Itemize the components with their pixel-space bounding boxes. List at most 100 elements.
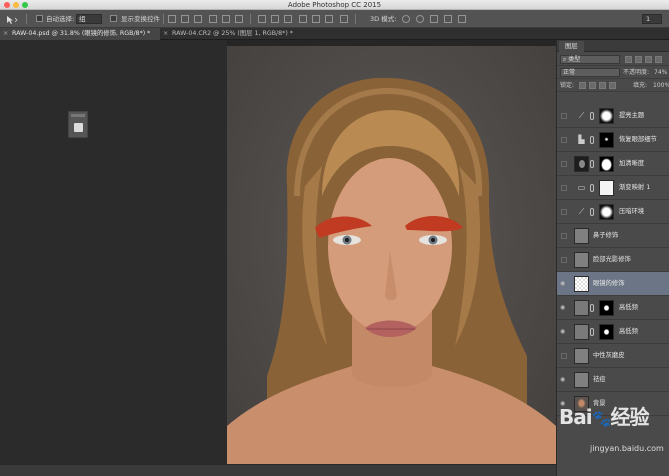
layer-name[interactable]: 中性灰磨皮 xyxy=(593,352,624,360)
layer-mask-thumbnail[interactable] xyxy=(599,324,614,340)
layer-row[interactable]: ▙ 恢复眼部细节 xyxy=(557,128,669,152)
workspace-value[interactable]: 1 xyxy=(642,14,662,24)
panel-grip[interactable] xyxy=(71,114,85,117)
tab-raw04-psd[interactable]: × RAW-04.psd @ 31.8% (眼镜的修饰, RGB/8*) * xyxy=(0,28,160,40)
layer-row[interactable]: 加清晰度 xyxy=(557,152,669,176)
layer-name[interactable]: 祛痘 xyxy=(593,376,606,384)
layer-row[interactable]: ⟋ 压暗环境 xyxy=(557,200,669,224)
portrait-photo xyxy=(227,77,556,464)
tab-raw04-cr2[interactable]: × RAW-04.CR2 @ 25% (图层 1, RGB/8*) * xyxy=(160,28,320,40)
move-tool-icon[interactable] xyxy=(6,15,18,24)
visibility-toggle[interactable] xyxy=(561,137,567,143)
separator xyxy=(355,14,356,24)
layer-name[interactable]: 高低频 xyxy=(619,328,638,336)
layer-row[interactable]: 鼻子修饰 xyxy=(557,224,669,248)
eye-icon[interactable]: ◉ xyxy=(560,376,569,383)
visibility-toggle[interactable] xyxy=(561,353,567,359)
layer-row[interactable]: ◉ 高低频 xyxy=(557,320,669,344)
distribute-hcenter-icon[interactable] xyxy=(312,15,320,23)
layer-row[interactable]: ◉ 眼镜的修饰 xyxy=(557,272,669,296)
layer-name[interactable]: 压暗环境 xyxy=(619,208,644,216)
layer-mask-thumbnail[interactable] xyxy=(599,204,614,220)
layer-mask-thumbnail[interactable] xyxy=(599,132,614,148)
auto-select-dropdown[interactable]: 组 xyxy=(76,14,102,24)
document-canvas[interactable] xyxy=(227,46,556,464)
3d-rotate-icon[interactable] xyxy=(402,15,410,23)
visibility-toggle[interactable] xyxy=(561,233,567,239)
lock-position-icon[interactable] xyxy=(599,82,606,89)
layer-row[interactable]: ◉ 高低频 xyxy=(557,296,669,320)
opacity-label: 不透明度: xyxy=(623,69,650,76)
layer-row[interactable]: ⟋ 提亮主题 xyxy=(557,104,669,128)
align-bottom-icon[interactable] xyxy=(194,15,202,23)
options-bar: 自动选择: 组 显示变换控件 3D 模式: 1 xyxy=(0,10,669,28)
layer-name[interactable]: 恢复眼部细节 xyxy=(619,136,657,144)
align-top-icon[interactable] xyxy=(168,15,176,23)
blend-mode-dropdown[interactable]: 正常 xyxy=(560,68,620,77)
filter-pixel-icon[interactable] xyxy=(625,56,632,63)
distribute-vcenter-icon[interactable] xyxy=(271,15,279,23)
layer-mask-thumbnail[interactable] xyxy=(599,108,614,124)
3d-scale-icon[interactable] xyxy=(458,15,466,23)
link-icon[interactable] xyxy=(590,184,594,192)
auto-select-checkbox[interactable] xyxy=(36,15,43,22)
opacity-value[interactable]: 74% xyxy=(654,69,667,77)
link-icon[interactable] xyxy=(590,112,594,120)
layer-name[interactable]: 眼镜的修饰 xyxy=(593,280,624,288)
auto-align-icon[interactable] xyxy=(340,15,348,23)
layer-name[interactable]: 提亮主题 xyxy=(619,112,644,120)
distribute-right-icon[interactable] xyxy=(325,15,333,23)
distribute-left-icon[interactable] xyxy=(299,15,307,23)
layer-row[interactable]: 脸部光影修饰 xyxy=(557,248,669,272)
filter-type-dropdown[interactable]: ⌕ 类型 xyxy=(560,55,620,64)
show-transform-checkbox[interactable] xyxy=(110,15,117,22)
layer-name[interactable]: 加清晰度 xyxy=(619,160,644,168)
separator xyxy=(250,14,251,24)
visibility-toggle[interactable] xyxy=(561,161,567,167)
layer-name[interactable]: 鼻子修饰 xyxy=(593,232,618,240)
link-icon[interactable] xyxy=(590,136,594,144)
close-tab-icon[interactable]: × xyxy=(3,28,9,40)
face-thumbnail-icon xyxy=(579,160,585,168)
visibility-toggle[interactable] xyxy=(561,257,567,263)
layer-name[interactable]: 脸部光影修饰 xyxy=(593,256,631,264)
link-icon[interactable] xyxy=(590,160,594,168)
layer-row[interactable]: 中性灰磨皮 xyxy=(557,344,669,368)
lock-pixels-icon[interactable] xyxy=(589,82,596,89)
align-hcenter-icon[interactable] xyxy=(222,15,230,23)
layers-tab[interactable]: 图层 xyxy=(559,41,584,52)
layer-mask-thumbnail[interactable] xyxy=(599,300,614,316)
layer-name[interactable]: 高低频 xyxy=(619,304,638,312)
align-right-icon[interactable] xyxy=(235,15,243,23)
eye-icon[interactable]: ◉ xyxy=(560,304,569,311)
link-icon[interactable] xyxy=(590,328,594,336)
3d-slide-icon[interactable] xyxy=(444,15,452,23)
lock-all-icon[interactable] xyxy=(609,82,616,89)
link-icon[interactable] xyxy=(590,208,594,216)
layer-name[interactable]: 渐变映射 1 xyxy=(619,184,650,192)
eye-icon[interactable]: ◉ xyxy=(560,328,569,335)
layer-row[interactable]: ▭ 渐变映射 1 xyxy=(557,176,669,200)
visibility-toggle[interactable] xyxy=(561,209,567,215)
align-vcenter-icon[interactable] xyxy=(181,15,189,23)
distribute-bottom-icon[interactable] xyxy=(284,15,292,23)
visibility-toggle[interactable] xyxy=(561,113,567,119)
visibility-toggle[interactable] xyxy=(561,185,567,191)
floating-tool-panel[interactable] xyxy=(68,111,88,138)
eye-icon[interactable]: ◉ xyxy=(560,280,569,287)
filter-adjust-icon[interactable] xyxy=(635,56,642,63)
link-icon[interactable] xyxy=(590,304,594,312)
properties-icon[interactable] xyxy=(74,123,83,132)
layer-mask-thumbnail[interactable] xyxy=(599,156,614,172)
3d-roll-icon[interactable] xyxy=(416,15,424,23)
close-tab-icon[interactable]: × xyxy=(163,28,169,40)
lock-transparent-icon[interactable] xyxy=(579,82,586,89)
fill-value[interactable]: 100% xyxy=(653,82,669,90)
3d-drag-icon[interactable] xyxy=(430,15,438,23)
filter-type-icon[interactable] xyxy=(645,56,652,63)
filter-shape-icon[interactable] xyxy=(655,56,662,63)
layer-row[interactable]: ◉ 祛痘 xyxy=(557,368,669,392)
align-left-icon[interactable] xyxy=(209,15,217,23)
layer-mask-thumbnail[interactable] xyxy=(599,180,614,196)
distribute-top-icon[interactable] xyxy=(258,15,266,23)
